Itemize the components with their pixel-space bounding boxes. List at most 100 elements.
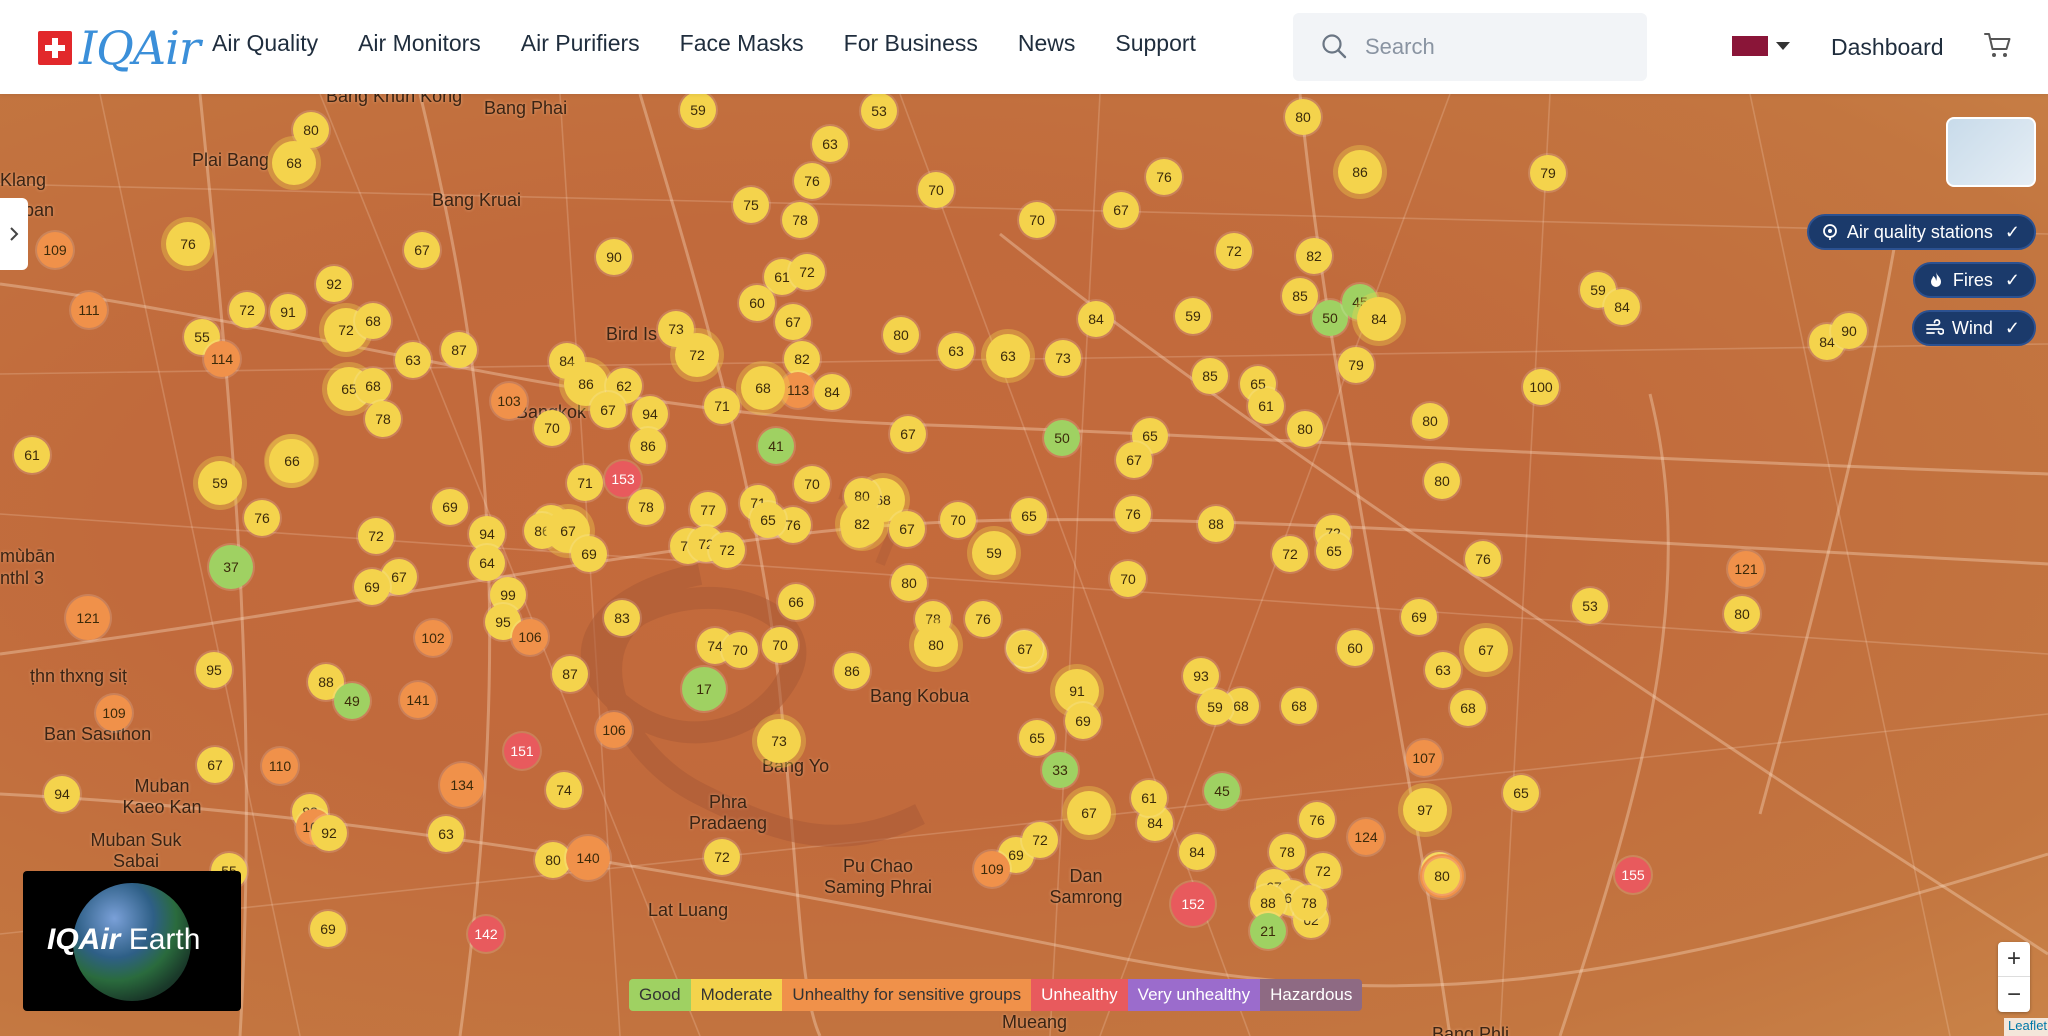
station-marker[interactable]: 80 [891,565,927,601]
search-input[interactable] [1365,29,1625,65]
station-marker[interactable]: 134 [440,763,484,807]
station-marker[interactable]: 84 [1357,297,1401,341]
station-marker[interactable]: 66 [270,439,314,483]
station-marker[interactable]: 59 [972,531,1016,575]
station-marker[interactable]: 59 [198,461,242,505]
station-marker[interactable]: 69 [571,536,607,572]
station-marker[interactable]: 90 [1831,313,1867,349]
station-marker[interactable]: 80 [1424,463,1460,499]
station-marker[interactable]: 69 [1065,703,1101,739]
station-marker[interactable]: 76 [166,222,210,266]
layer-toggle-fires[interactable]: Fires ✓ [1912,262,2036,298]
station-marker[interactable]: 79 [1338,347,1374,383]
station-marker[interactable]: 68 [355,368,391,404]
station-marker[interactable]: 50 [1044,420,1080,456]
station-marker[interactable]: 76 [1146,159,1182,195]
station-marker[interactable]: 82 [1296,238,1332,274]
language-selector[interactable] [1718,36,1790,56]
station-marker[interactable]: 84 [814,374,850,410]
station-marker[interactable]: 41 [758,428,794,464]
station-marker[interactable]: 66 [778,584,814,620]
station-marker[interactable]: 85 [1192,358,1228,394]
station-marker[interactable]: 85 [1282,278,1318,314]
station-marker[interactable]: 121 [1728,551,1764,587]
station-marker[interactable]: 63 [395,342,431,378]
station-marker[interactable]: 70 [940,502,976,538]
nav-support[interactable]: Support [1115,30,1196,57]
station-marker[interactable]: 70 [722,632,758,668]
station-marker[interactable]: 102 [415,620,451,656]
station-marker[interactable]: 84 [1604,289,1640,325]
station-marker[interactable]: 70 [1019,202,1055,238]
station-marker[interactable]: 79 [1530,155,1566,191]
station-marker[interactable]: 100 [1523,369,1559,405]
station-marker[interactable]: 63 [1425,652,1461,688]
station-marker[interactable]: 151 [504,733,540,769]
station-marker[interactable]: 65 [750,502,786,538]
search-box[interactable] [1293,13,1647,81]
station-marker[interactable]: 60 [1337,630,1373,666]
station-marker[interactable]: 63 [938,333,974,369]
station-marker[interactable]: 92 [311,815,347,851]
station-marker[interactable]: 63 [812,126,848,162]
station-marker[interactable]: 68 [272,141,316,185]
station-marker[interactable]: 72 [358,518,394,554]
station-marker[interactable]: 94 [632,396,668,432]
station-marker[interactable]: 53 [861,94,897,129]
dashboard-link[interactable]: Dashboard [1831,34,1944,61]
station-marker[interactable]: 109 [37,232,73,268]
station-marker[interactable]: 69 [310,911,346,947]
station-marker[interactable]: 67 [1007,631,1043,667]
station-marker[interactable]: 110 [262,748,298,784]
station-marker[interactable]: 71 [567,465,603,501]
station-marker[interactable]: 97 [1403,788,1447,832]
station-marker[interactable]: 65 [1011,498,1047,534]
station-marker[interactable]: 87 [441,332,477,368]
station-marker[interactable]: 152 [1171,882,1215,926]
station-marker[interactable]: 72 [789,254,825,290]
station-marker[interactable]: 80 [1412,403,1448,439]
nav-face-masks[interactable]: Face Masks [680,30,804,57]
station-marker[interactable]: 155 [1615,857,1651,893]
station-marker[interactable]: 65 [1019,720,1055,756]
station-marker[interactable]: 80 [883,317,919,353]
nav-air-purifiers[interactable]: Air Purifiers [521,30,640,57]
station-marker[interactable]: 64 [469,545,505,581]
station-marker[interactable]: 78 [628,489,664,525]
station-marker[interactable]: 109 [96,695,132,731]
station-marker[interactable]: 72 [709,532,745,568]
nav-for-business[interactable]: For Business [844,30,978,57]
station-marker[interactable]: 94 [44,776,80,812]
zoom-in-button[interactable]: + [1998,942,2030,977]
station-marker[interactable]: 72 [229,292,265,328]
station-marker[interactable]: 45 [1204,773,1240,809]
station-marker[interactable]: 68 [1450,690,1486,726]
nav-air-monitors[interactable]: Air Monitors [358,30,481,57]
station-marker[interactable]: 63 [428,816,464,852]
station-marker[interactable]: 76 [1299,802,1335,838]
station-marker[interactable]: 70 [534,410,570,446]
station-marker[interactable]: 87 [552,656,588,692]
station-marker[interactable]: 109 [974,851,1010,887]
station-marker[interactable]: 67 [1067,791,1111,835]
leaflet-attribution[interactable]: Leaflet [2004,1018,2048,1036]
station-marker[interactable]: 67 [1116,442,1152,478]
station-marker[interactable]: 95 [196,652,232,688]
station-marker[interactable]: 68 [741,366,785,410]
station-marker[interactable]: 67 [1103,192,1139,228]
station-marker[interactable]: 78 [1291,885,1327,921]
zoom-out-button[interactable]: − [1998,977,2030,1012]
station-marker[interactable]: 70 [918,172,954,208]
station-marker[interactable]: 106 [596,712,632,748]
station-marker[interactable]: 80 [914,623,958,667]
station-marker[interactable]: 73 [757,719,801,763]
station-marker[interactable]: 67 [590,392,626,428]
layer-toggle-stations[interactable]: Air quality stations ✓ [1806,214,2036,250]
sidebar-toggle[interactable] [0,198,28,270]
station-marker[interactable]: 76 [794,163,830,199]
station-marker[interactable]: 60 [739,285,775,321]
station-marker[interactable]: 80 [1287,411,1323,447]
station-marker[interactable]: 61 [1248,388,1284,424]
station-marker[interactable]: 80 [1424,858,1460,894]
station-marker[interactable]: 76 [965,601,1001,637]
